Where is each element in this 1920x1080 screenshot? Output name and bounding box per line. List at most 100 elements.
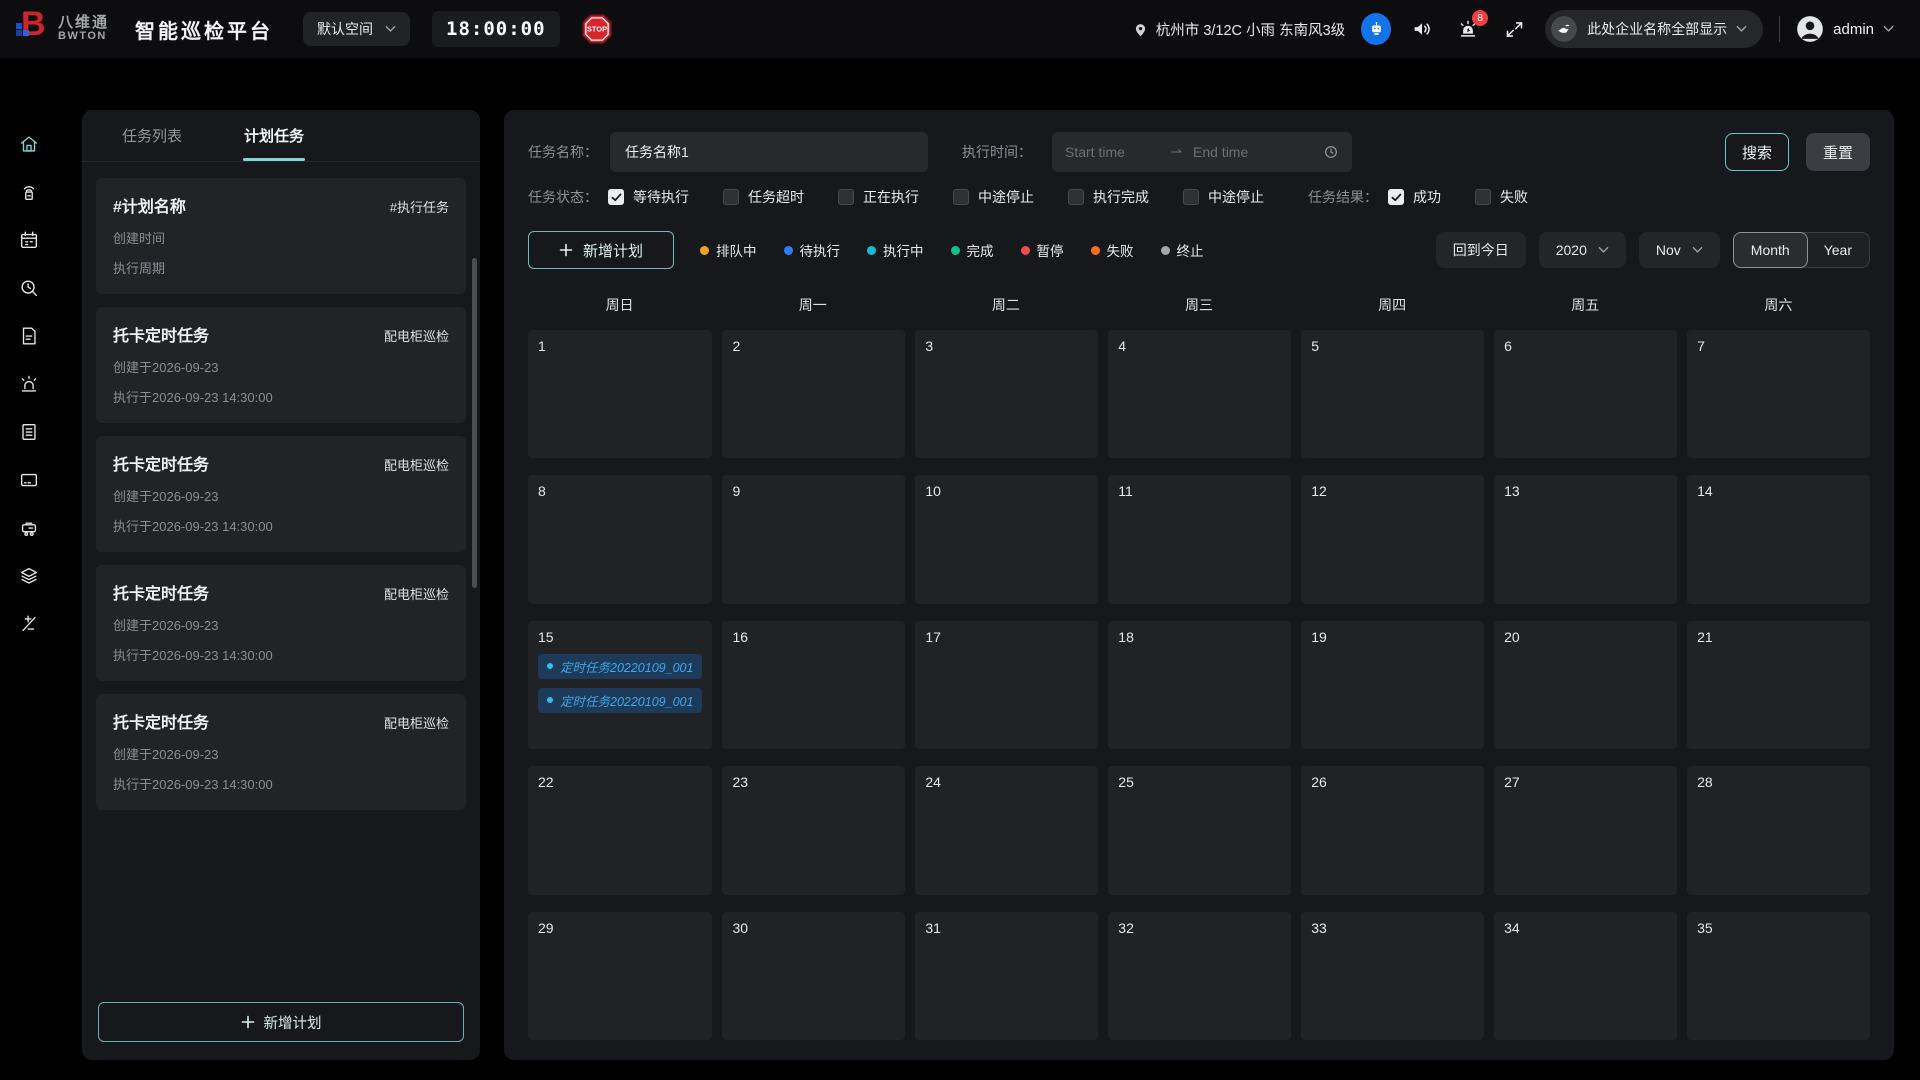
sidebar-item-time-search[interactable]: [7, 264, 51, 312]
sidebar-item-calendar[interactable]: [7, 216, 51, 264]
status-checkbox[interactable]: 中途停止: [953, 187, 1034, 207]
checkbox-box[interactable]: [1068, 189, 1084, 205]
sidebar-item-adjust[interactable]: [7, 600, 51, 648]
calendar-day-cell[interactable]: 32: [1108, 912, 1291, 1040]
robot-icon: [1361, 13, 1391, 45]
calendar-day-cell[interactable]: 20: [1494, 621, 1677, 749]
calendar-day-cell[interactable]: 27: [1494, 766, 1677, 894]
add-plan-button[interactable]: 新增计划: [528, 231, 674, 269]
calendar-day-cell[interactable]: 7: [1687, 330, 1870, 458]
calendar-day-cell[interactable]: 3: [915, 330, 1098, 458]
time-range-picker[interactable]: Start time End time: [1052, 132, 1352, 172]
calendar-day-cell[interactable]: 23: [722, 766, 905, 894]
tab-task-list[interactable]: 任务列表: [122, 110, 182, 161]
sidebar-item-layers[interactable]: [7, 552, 51, 600]
enterprise-select[interactable]: 此处企业名称全部显示: [1545, 10, 1763, 48]
calendar-day-cell[interactable]: 28: [1687, 766, 1870, 894]
sidebar-item-robot-vehicle[interactable]: [7, 504, 51, 552]
calendar-event[interactable]: 定时任务20220109_001: [538, 654, 702, 679]
calendar-day-cell[interactable]: 26: [1301, 766, 1484, 894]
calendar-day-cell[interactable]: 12: [1301, 475, 1484, 603]
calendar-day-cell[interactable]: 1: [528, 330, 712, 458]
plan-card[interactable]: 托卡定时任务配电柜巡检创建于2026-09-23执行于2026-09-23 14…: [96, 307, 466, 423]
calendar-day-cell[interactable]: 30: [722, 912, 905, 1040]
month-select[interactable]: Nov: [1639, 232, 1720, 268]
checkbox-box[interactable]: [1388, 189, 1404, 205]
status-checkbox[interactable]: 中途停止: [1183, 187, 1264, 207]
calendar-day-cell[interactable]: 19: [1301, 621, 1484, 749]
calendar-day-cell[interactable]: 4: [1108, 330, 1291, 458]
result-checkbox[interactable]: 成功: [1388, 187, 1441, 207]
end-time-placeholder[interactable]: End time: [1193, 144, 1315, 160]
year-select[interactable]: 2020: [1539, 232, 1626, 268]
status-checkbox[interactable]: 任务超时: [723, 187, 804, 207]
sidebar-item-robot-signal[interactable]: [7, 168, 51, 216]
checkbox-box[interactable]: [723, 189, 739, 205]
fullscreen-button[interactable]: [1499, 14, 1529, 44]
calendar-day-cell[interactable]: 22: [528, 766, 712, 894]
calendar-day-cell[interactable]: 15定时任务20220109_001定时任务20220109_001: [528, 621, 712, 749]
plan-card[interactable]: 托卡定时任务配电柜巡检创建于2026-09-23执行于2026-09-23 14…: [96, 565, 466, 681]
assistant-robot-button[interactable]: [1361, 14, 1391, 44]
reset-button[interactable]: 重置: [1806, 133, 1870, 171]
start-time-placeholder[interactable]: Start time: [1065, 144, 1161, 160]
checkbox-label: 失败: [1500, 187, 1528, 207]
plan-card-header[interactable]: #计划名称 #执行任务 创建时间 执行周期: [96, 178, 466, 294]
checkbox-box[interactable]: [838, 189, 854, 205]
calendar-day-cell[interactable]: 29: [528, 912, 712, 1040]
calendar-day-cell[interactable]: 33: [1301, 912, 1484, 1040]
calendar-day-cell[interactable]: 25: [1108, 766, 1291, 894]
calendar-event[interactable]: 定时任务20220109_001: [538, 688, 702, 713]
legend-label: 完成: [967, 240, 994, 260]
calendar-day-cell[interactable]: 13: [1494, 475, 1677, 603]
calendar-day-cell[interactable]: 21: [1687, 621, 1870, 749]
calendar-day-cell[interactable]: 9: [722, 475, 905, 603]
calendar-day-cell[interactable]: 18: [1108, 621, 1291, 749]
view-month-button[interactable]: Month: [1733, 232, 1808, 268]
calendar-day-cell[interactable]: 34: [1494, 912, 1677, 1040]
calendar-day-cell[interactable]: 17: [915, 621, 1098, 749]
result-checkbox[interactable]: 失败: [1475, 187, 1528, 207]
stop-sign-icon[interactable]: STOP: [580, 12, 614, 46]
workspace-select[interactable]: 默认空间: [303, 12, 410, 46]
add-plan-button-sidebar[interactable]: 新增计划: [98, 1002, 464, 1042]
tab-plan-task[interactable]: 计划任务: [244, 110, 304, 161]
user-menu[interactable]: admin: [1796, 15, 1894, 43]
checkbox-box[interactable]: [1475, 189, 1491, 205]
plan-card[interactable]: 托卡定时任务配电柜巡检创建于2026-09-23执行于2026-09-23 14…: [96, 436, 466, 552]
alarm-notifications-button[interactable]: 8: [1453, 14, 1483, 44]
sidebar-item-document[interactable]: [7, 312, 51, 360]
status-checkbox[interactable]: 正在执行: [838, 187, 919, 207]
sidebar-item-monitor[interactable]: [7, 456, 51, 504]
sidebar-item-home[interactable]: [7, 120, 51, 168]
task-name-input[interactable]: [610, 132, 928, 172]
search-button[interactable]: 搜索: [1725, 133, 1789, 171]
calendar-day-cell[interactable]: 10: [915, 475, 1098, 603]
sidebar-item-alarm[interactable]: [7, 360, 51, 408]
view-year-button[interactable]: Year: [1807, 233, 1869, 267]
day-number: 5: [1311, 338, 1474, 354]
status-checkbox[interactable]: 执行完成: [1068, 187, 1149, 207]
calendar-day-cell[interactable]: 6: [1494, 330, 1677, 458]
plan-created: 创建于2026-09-23: [113, 744, 449, 763]
calendar-day-cell[interactable]: 2: [722, 330, 905, 458]
calendar-day-cell[interactable]: 8: [528, 475, 712, 603]
calendar-day-cell[interactable]: 11: [1108, 475, 1291, 603]
calendar-day-cell[interactable]: 31: [915, 912, 1098, 1040]
back-to-today-button[interactable]: 回到今日: [1436, 232, 1526, 268]
status-checkbox[interactable]: 等待执行: [608, 187, 689, 207]
calendar-day-cell[interactable]: 14: [1687, 475, 1870, 603]
calendar-day-cell[interactable]: 5: [1301, 330, 1484, 458]
content-area: 任务列表 计划任务 #计划名称 #执行任务 创建时间 执行周期 托卡定时任务配电…: [0, 58, 1920, 1080]
task-result-label: 任务结果：: [1308, 187, 1378, 207]
checkbox-box[interactable]: [953, 189, 969, 205]
checkbox-box[interactable]: [608, 189, 624, 205]
sidebar-item-report-list[interactable]: [7, 408, 51, 456]
volume-button[interactable]: [1407, 14, 1437, 44]
scrollbar-thumb[interactable]: [472, 258, 477, 588]
calendar-day-cell[interactable]: 24: [915, 766, 1098, 894]
checkbox-box[interactable]: [1183, 189, 1199, 205]
calendar-day-cell[interactable]: 35: [1687, 912, 1870, 1040]
plan-card[interactable]: 托卡定时任务配电柜巡检创建于2026-09-23执行于2026-09-23 14…: [96, 694, 466, 810]
calendar-day-cell[interactable]: 16: [722, 621, 905, 749]
